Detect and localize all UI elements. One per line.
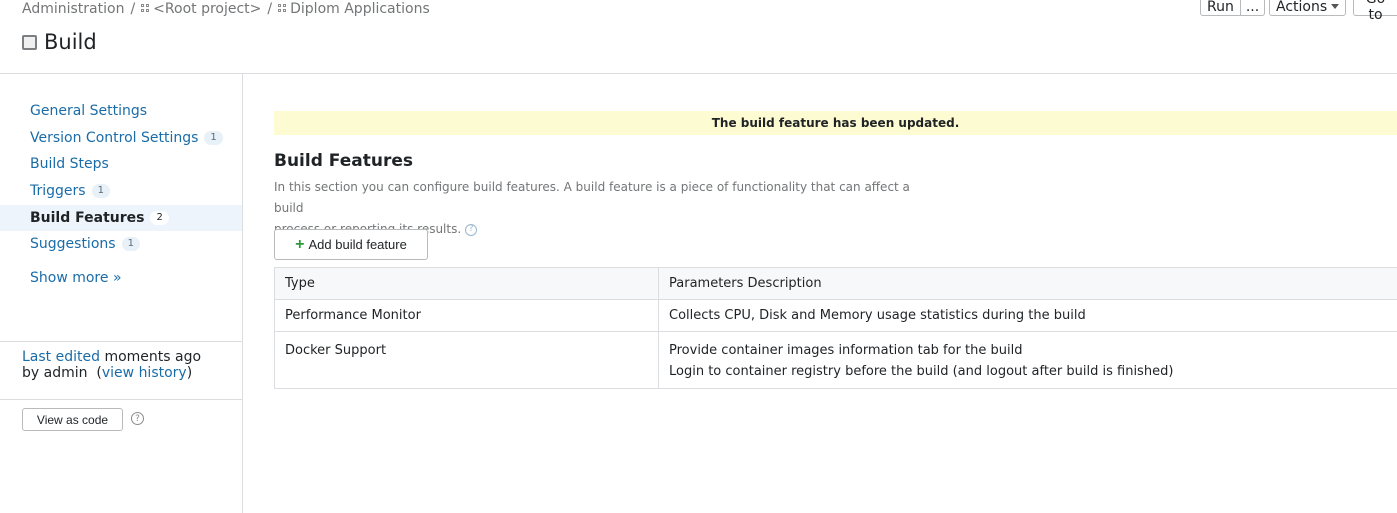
build-features-table: Type Parameters Description Performance … [274,267,1397,389]
column-header-parameters: Parameters Description [658,267,1397,300]
breadcrumb-diplom-applications-label: Diplom Applications [290,0,430,17]
last-edited-when: moments ago [104,349,202,365]
sidebar-item-label: Build Features [30,210,145,226]
table-row[interactable]: Docker Support Provide container images … [274,331,1397,389]
breadcrumb: Administration / <Root project> / Diplom… [22,0,430,17]
sidebar-divider [0,341,242,342]
count-badge: 1 [91,184,110,198]
go-to-button[interactable]: Go to [1353,0,1397,23]
section-desc-line: In this section you can configure build … [274,180,910,215]
sidebar-item-label: Version Control Settings [30,130,199,146]
page-title-text: Build [44,30,97,54]
sidebar-item-suggestions[interactable]: Suggestions 1 [0,231,242,257]
table-row[interactable]: Performance Monitor Collects CPU, Disk a… [274,299,1397,332]
sidebar-item-build-features[interactable]: Build Features 2 [0,205,242,231]
breadcrumb-root-project-label: <Root project> [153,0,262,17]
count-badge: 1 [121,237,140,251]
sidebar-item-label: General Settings [30,103,148,119]
feature-desc-cell: Collects CPU, Disk and Memory usage stat… [658,299,1397,332]
breadcrumb-administration[interactable]: Administration [22,1,124,17]
project-grid-icon [278,4,287,13]
sidebar-item-label: Triggers [30,183,86,199]
add-build-feature-button[interactable]: + Add build feature [274,229,428,260]
sidebar-item-label: Suggestions [30,236,116,252]
project-grid-icon [141,4,150,13]
last-edited-info: Last edited moments ago by admin (view h… [22,349,201,381]
build-config-icon [22,34,37,50]
breadcrumb-root-project[interactable]: <Root project> [141,1,261,17]
table-header-row: Type Parameters Description [274,267,1397,300]
feature-desc-line: Login to container registry before the b… [669,364,1174,379]
page-title: Build [22,30,97,54]
view-as-code-button[interactable]: View as code [22,408,123,431]
section-title: Build Features [274,151,413,171]
paren-close: ) [186,365,193,381]
last-edited-link[interactable]: Last edited [22,349,100,365]
feature-type-cell: Performance Monitor [274,299,659,332]
breadcrumb-separator: / [267,0,273,17]
breadcrumb-separator: / [130,0,136,17]
breadcrumb-diplom-applications[interactable]: Diplom Applications [278,1,430,17]
feature-desc-line: Provide container images information tab… [669,343,1023,358]
add-build-feature-label: Add build feature [308,237,407,252]
sidebar-divider [0,399,242,400]
sidebar-item-label: Build Steps [30,156,109,172]
last-edited-by: by admin [22,365,88,381]
view-history-link[interactable]: view history [102,365,187,381]
count-badge: 1 [204,131,223,145]
paren-open: ( [91,365,102,381]
help-icon[interactable]: ? [131,412,144,425]
success-notice: The build feature has been updated. [274,111,1397,135]
help-icon[interactable]: ? [465,223,478,236]
sidebar-item-triggers[interactable]: Triggers 1 [0,178,242,204]
actions-button[interactable]: Actions [1269,0,1347,16]
run-button[interactable]: Run [1200,0,1241,16]
count-badge: 2 [150,211,169,225]
column-header-type: Type [274,267,659,300]
sidebar: General Settings Version Control Setting… [0,74,243,513]
run-button-group: Run ... [1200,0,1266,16]
feature-type-cell: Docker Support [274,331,659,389]
run-options-button[interactable]: ... [1240,0,1266,16]
sidebar-item-build-steps[interactable]: Build Steps [0,151,242,177]
sidebar-item-general-settings[interactable]: General Settings [0,98,242,124]
feature-desc-cell: Provide container images information tab… [658,331,1397,389]
actions-label: Actions [1276,0,1328,15]
show-more-link[interactable]: Show more » [30,270,122,286]
plus-icon: + [295,235,305,253]
sidebar-item-version-control-settings[interactable]: Version Control Settings 1 [0,125,242,151]
notice-text: The build feature has been updated. [711,116,960,130]
chevron-down-icon [1331,4,1340,9]
